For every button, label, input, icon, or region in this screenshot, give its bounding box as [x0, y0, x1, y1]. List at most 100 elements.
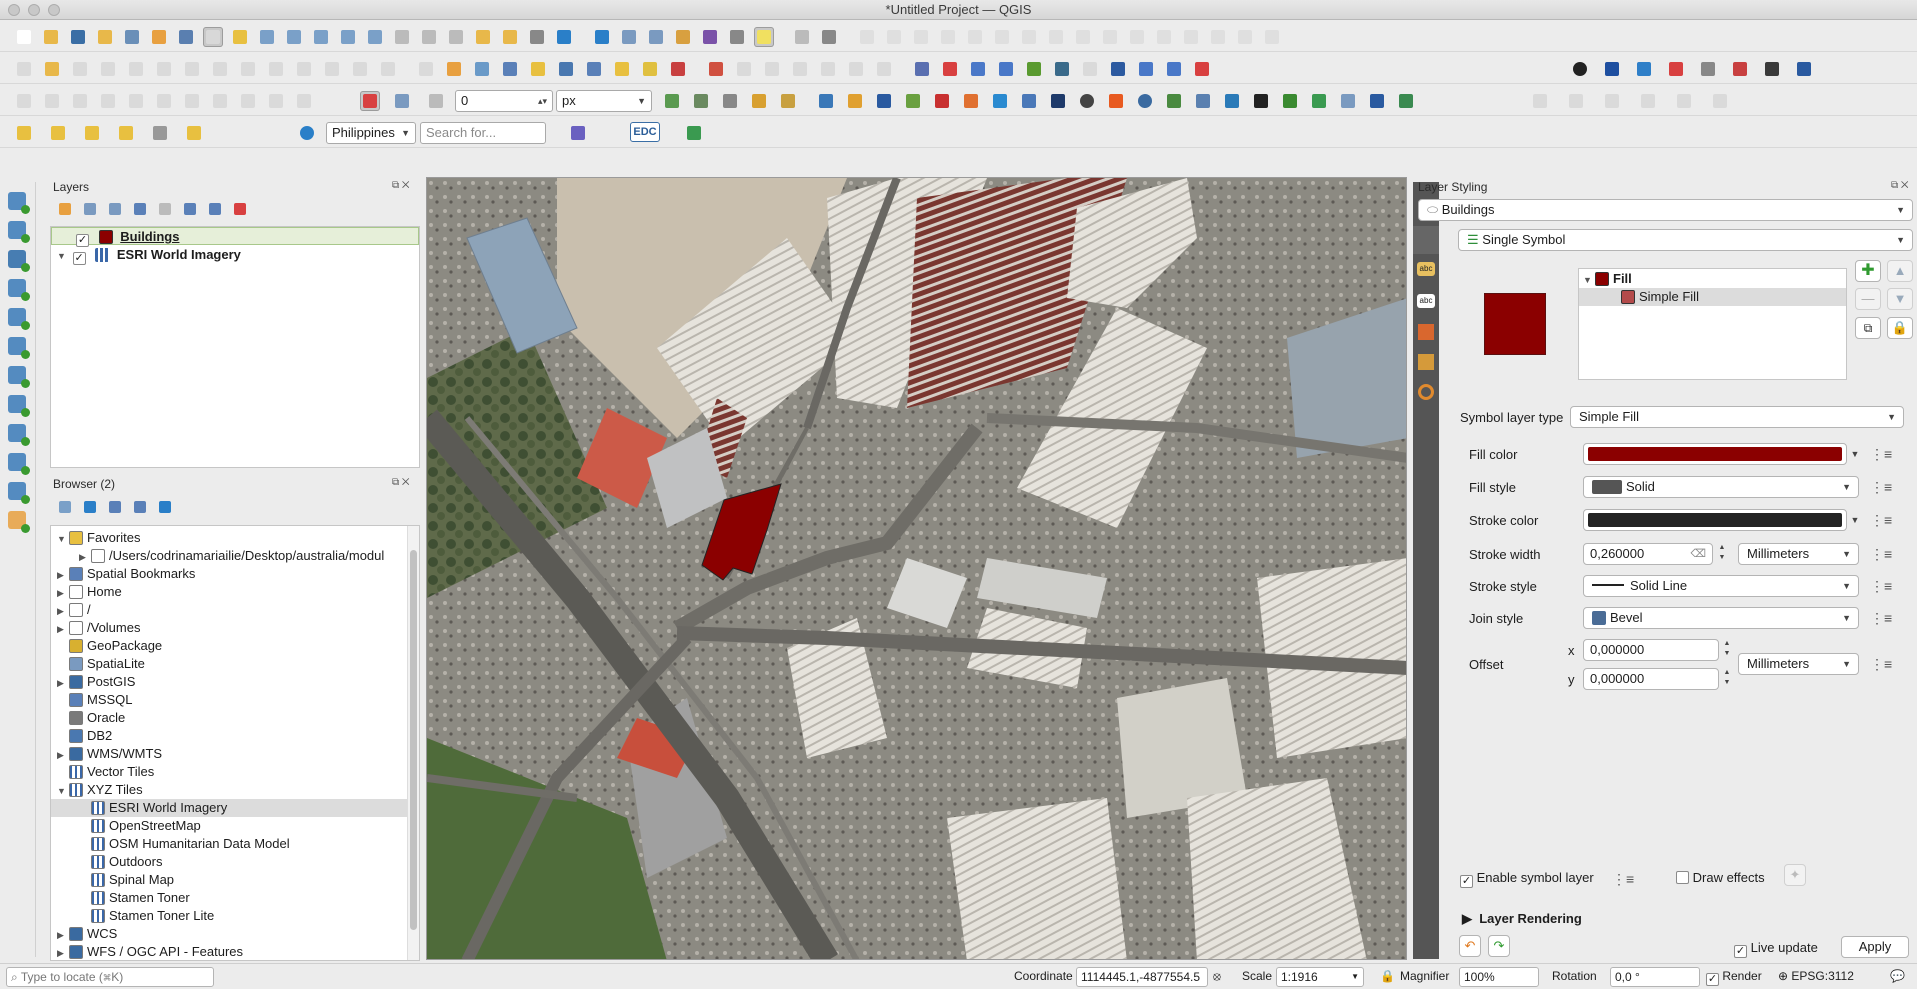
scrollbar-thumb[interactable]: [410, 550, 417, 930]
zoom-layer-button[interactable]: [365, 27, 385, 47]
browser-scrollbar[interactable]: [407, 526, 419, 960]
plugin-7-button[interactable]: [845, 91, 865, 111]
data-defined-override-icon[interactable]: ⋮≡: [1870, 444, 1892, 464]
expand-arrow-icon[interactable]: ▶: [57, 620, 69, 638]
add-layer-12-button[interactable]: [6, 509, 30, 533]
add-layer-11-button[interactable]: [6, 480, 30, 504]
expand-arrow-icon[interactable]: ▶: [57, 926, 69, 944]
layer-rendering-section[interactable]: ▶ Layer Rendering: [1462, 911, 1582, 927]
plugin-3-button[interactable]: [720, 91, 740, 111]
advanced-edit-4-button[interactable]: [98, 91, 118, 111]
browser-item[interactable]: Spinal Map: [51, 871, 407, 889]
new-project-button[interactable]: [14, 27, 34, 47]
edit-tool-12-button[interactable]: [322, 59, 342, 79]
expand-arrow-icon[interactable]: ▶: [79, 548, 91, 566]
data-defined-override-icon[interactable]: ⋮≡: [1870, 510, 1892, 530]
expand-arrow-icon[interactable]: ▼: [57, 782, 69, 800]
plugin-24-button[interactable]: [1338, 91, 1358, 111]
rotate-button[interactable]: [1046, 27, 1066, 47]
edit-tool-3-button[interactable]: [70, 59, 90, 79]
expand-arrow-icon[interactable]: ▼: [1583, 271, 1595, 289]
browser-tree[interactable]: ▼ Favorites ▶ /Users/codrinamariailie/Deskt…: [50, 525, 420, 961]
locator-search-input[interactable]: ⌕ Type to locate (⌘K): [6, 967, 214, 987]
panel-float-close-icons[interactable]: ⧉ ✕: [1891, 180, 1909, 191]
field-calculator-button[interactable]: [700, 27, 720, 47]
zoom-window-icon[interactable]: [48, 4, 60, 16]
plugin-22-button[interactable]: [1280, 91, 1300, 111]
3d-view-tab-icon[interactable]: [1418, 324, 1434, 340]
layers-tree[interactable]: ✓ Buildings ▼ ✓ ESRI World Imagery: [50, 226, 420, 468]
annotation-6-button[interactable]: [1710, 91, 1730, 111]
browser-item[interactable]: SpatiaLite: [51, 655, 407, 673]
edit-tool-18-button[interactable]: [500, 59, 520, 79]
filter-browser-button[interactable]: [106, 498, 124, 516]
text-annotation-button[interactable]: [819, 27, 839, 47]
annotation-1-button[interactable]: [1530, 91, 1550, 111]
zoom-out-button[interactable]: [284, 27, 304, 47]
edit-tool-26-button[interactable]: [734, 59, 754, 79]
edit-tool-6-button[interactable]: [154, 59, 174, 79]
plugin-20-button[interactable]: [1222, 91, 1242, 111]
stroke-width-unit-select[interactable]: Millimeters ▼: [1738, 543, 1859, 565]
edit-tool-28-button[interactable]: [790, 59, 810, 79]
edit-tool-27-button[interactable]: [762, 59, 782, 79]
digitizing-plugin-3-button[interactable]: [1634, 59, 1654, 79]
layer-row-esri[interactable]: ▼ ✓ ESRI World Imagery: [51, 246, 241, 265]
stepper-icon[interactable]: ▴▾: [538, 91, 547, 111]
extents-toggle-icon[interactable]: ⦻: [1213, 969, 1221, 984]
plugin-9-button[interactable]: [903, 91, 923, 111]
edit-tool-1-button[interactable]: [14, 59, 34, 79]
edit-tool-7-button[interactable]: [182, 59, 202, 79]
edit-tool-35-button[interactable]: [996, 59, 1016, 79]
zoom-next-button[interactable]: [446, 27, 466, 47]
reshape2-button[interactable]: [1208, 27, 1228, 47]
plugin-shield-button[interactable]: [150, 123, 170, 143]
expand-arrow-icon[interactable]: ▶: [57, 674, 69, 692]
show-bookmarks-button[interactable]: [500, 27, 520, 47]
browser-item[interactable]: Outdoors: [51, 853, 407, 871]
plugin-23-button[interactable]: [1309, 91, 1329, 111]
clear-icon[interactable]: ⌫: [1690, 544, 1706, 564]
layout-manager-button[interactable]: [149, 27, 169, 47]
chevron-down-icon[interactable]: ▼: [1848, 443, 1862, 465]
edit-tool-34-button[interactable]: [968, 59, 988, 79]
zoom-selection-button[interactable]: [338, 27, 358, 47]
edit-tool-41-button[interactable]: [1164, 59, 1184, 79]
digitizing-plugin-6-button[interactable]: [1730, 59, 1750, 79]
plugin-yellow-button[interactable]: [184, 123, 204, 143]
expand-arrow-icon[interactable]: ▼: [57, 530, 69, 548]
add-group-button[interactable]: [81, 200, 99, 218]
browser-item[interactable]: Stamen Toner: [51, 889, 407, 907]
stepper-icon[interactable]: ▲ ▼: [1721, 639, 1733, 661]
stroke-style-select[interactable]: Solid Line ▼: [1583, 575, 1859, 597]
symbol-layers-tree[interactable]: ▼ Fill Simple Fill: [1578, 268, 1847, 380]
edit-tool-23-button[interactable]: [640, 59, 660, 79]
expand-arrow-icon[interactable]: ▶: [57, 602, 69, 620]
panel-float-close-icons[interactable]: ⧉ ✕: [392, 180, 410, 191]
digitizing-plugin-2-button[interactable]: [1602, 59, 1622, 79]
browser-item[interactable]: ▶ Spatial Bookmarks: [51, 565, 407, 583]
browser-item[interactable]: ▶ /Volumes: [51, 619, 407, 637]
expand-arrow-icon[interactable]: ▶: [57, 584, 69, 602]
browser-item[interactable]: ▶ WFS / OGC API - Features: [51, 943, 407, 960]
renderer-select[interactable]: ☰ Single Symbol ▼: [1458, 229, 1913, 251]
advanced-edit-2-button[interactable]: [42, 91, 62, 111]
measure-button[interactable]: [727, 27, 747, 47]
open-project-button[interactable]: [41, 27, 61, 47]
simplify-button[interactable]: [1073, 27, 1093, 47]
magnifier-input[interactable]: 100%: [1459, 967, 1539, 987]
browser-item[interactable]: ▶ WCS: [51, 925, 407, 943]
advanced-edit-1-button[interactable]: [14, 91, 34, 111]
data-defined-override-icon[interactable]: ⋮≡: [1612, 869, 1634, 889]
data-defined-override-icon[interactable]: ⋮≡: [1870, 654, 1892, 674]
select-feature-button[interactable]: [14, 123, 34, 143]
redo-icon[interactable]: ↷: [1488, 935, 1510, 957]
locate-button[interactable]: [116, 123, 136, 143]
chevron-down-icon[interactable]: ▼: [1848, 509, 1862, 531]
edit-tool-11-button[interactable]: [294, 59, 314, 79]
zoom-native-button[interactable]: [392, 27, 412, 47]
browser-item[interactable]: GeoPackage: [51, 637, 407, 655]
edit-tool-21-button[interactable]: [584, 59, 604, 79]
plugin-4-button[interactable]: [749, 91, 769, 111]
edit-tool-15-button[interactable]: [416, 59, 436, 79]
